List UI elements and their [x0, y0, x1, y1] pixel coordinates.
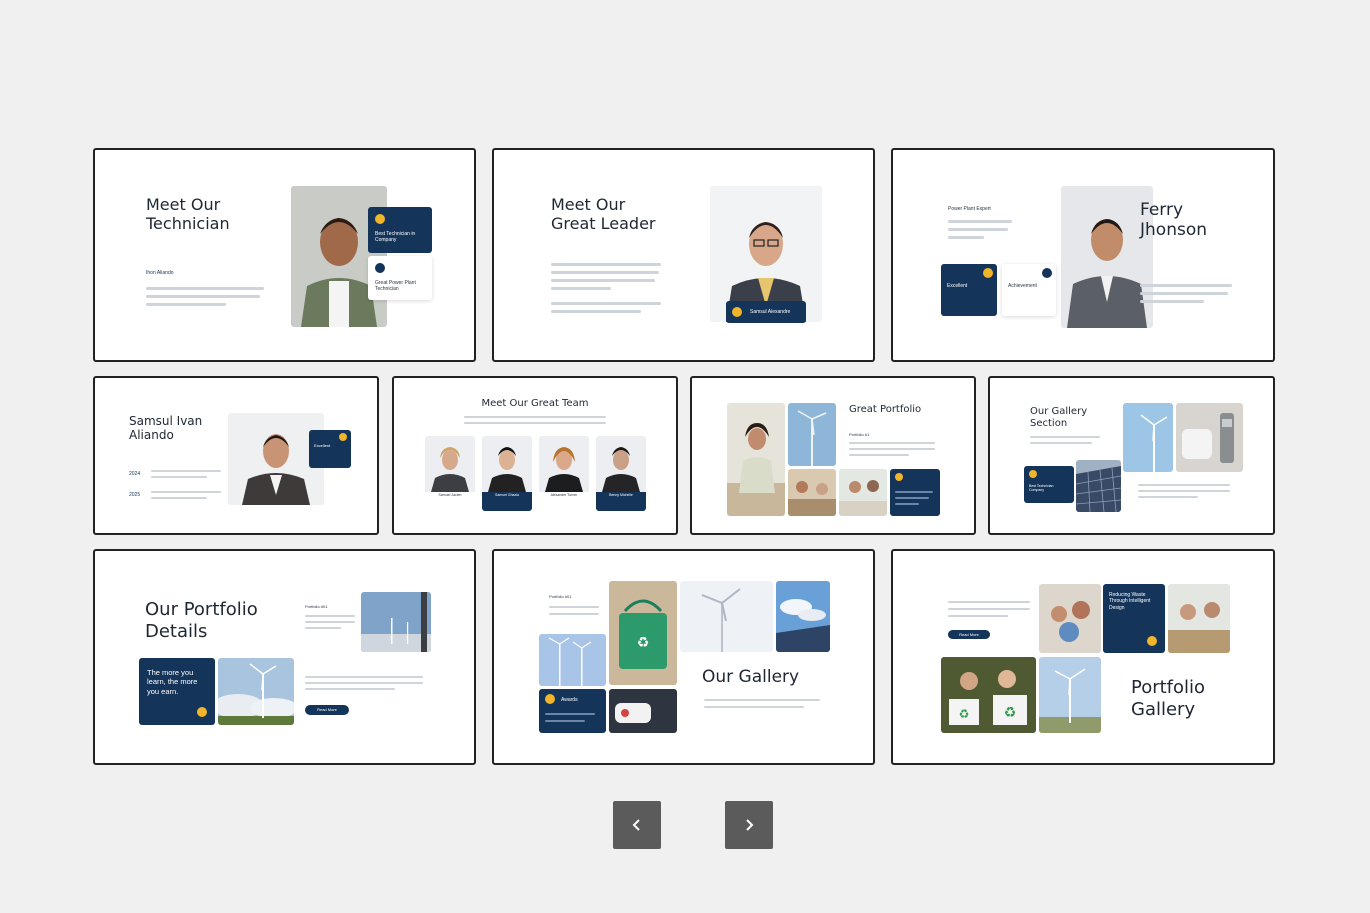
- gallery-photo-turbine: [1039, 657, 1101, 733]
- name-tag: Samsul Alexandre: [726, 301, 806, 323]
- gallery-photo-solar: [1076, 460, 1121, 512]
- achievement-card: Achievement: [1002, 264, 1056, 316]
- slide-thumbnail-4[interactable]: Samsul Ivan Aliando 2024 2025 Excellent: [93, 376, 379, 535]
- award-card: Best Technician in Company: [368, 207, 432, 253]
- gallery-photo-recycle-bag: ♻: [609, 581, 677, 685]
- gallery-photo-globe: [1039, 584, 1101, 653]
- slide-thumbnail-9[interactable]: Portfolio #01 ♻ Our Gallery Awards: [492, 549, 875, 765]
- slide-thumbnail-1[interactable]: Meet Our Technician Ihon Aliando Best Te…: [93, 148, 476, 362]
- slide-thumbnail-8[interactable]: Our Portfolio Details Portfolio #01 The …: [93, 549, 476, 765]
- slide-title: Samsul Ivan Aliando: [129, 414, 203, 443]
- awards-card: Awards: [539, 689, 606, 733]
- read-more-button[interactable]: Read More: [305, 705, 349, 715]
- slide-thumbnail-7[interactable]: Our Gallery Section Best Technician Comp…: [988, 376, 1275, 535]
- chevron-right-icon: [746, 819, 754, 831]
- chevron-left-icon: [632, 819, 640, 831]
- slide-title: Portfolio Gallery: [1131, 677, 1206, 720]
- slide-title: Our Gallery: [702, 667, 800, 687]
- read-more-button[interactable]: Read More: [948, 630, 990, 639]
- quote-card: The more you learn, the more you earn.: [139, 658, 215, 725]
- gallery-photo-recycle-kids: ♻ ♻: [941, 657, 1036, 733]
- gallery-photo-2: [788, 403, 836, 466]
- svg-text:♻: ♻: [959, 707, 970, 721]
- excellent-card: Excellent: [309, 430, 351, 468]
- slide-title: Our Portfolio Details: [145, 599, 258, 642]
- slide-title: Meet Our Great Leader: [551, 195, 656, 234]
- slide-title: Great Portfolio: [849, 404, 922, 415]
- slide-name: Ihon Aliando: [146, 270, 174, 276]
- svg-text:♻: ♻: [637, 635, 650, 651]
- slide-thumbnail-2[interactable]: Meet Our Great Leader Samsul Alexandre: [492, 148, 875, 362]
- slide-title: Our Gallery Section: [1030, 406, 1088, 429]
- team-member-2: Samuel Ghazia: [482, 436, 532, 511]
- gallery-photo-solar-sky: [776, 581, 830, 652]
- company-card: Best Technician Company: [1024, 466, 1074, 503]
- portfolio-card: [890, 469, 940, 516]
- gallery-photo-4: [839, 469, 887, 516]
- next-button[interactable]: [725, 801, 773, 849]
- slide-title: Ferry Jhonson: [1140, 200, 1207, 241]
- slide-title: Meet Our Technician: [146, 195, 230, 234]
- slide-thumbnail-6[interactable]: Great Portfolio Portfolio #1: [690, 376, 976, 535]
- slide-thumbnail-5[interactable]: Meet Our Great Team Samuel Jaclen Samuel…: [392, 376, 678, 535]
- slide-thumbnail-3[interactable]: Power Plant Expert Excellent Achievement…: [891, 148, 1275, 362]
- portfolio-photo-windfarm: [218, 658, 294, 725]
- gallery-photo-turbine-sky: [680, 581, 773, 652]
- excellent-card: Excellent: [941, 264, 997, 316]
- team-member-3: Alexander Turner: [539, 436, 589, 511]
- reducing-waste-card: Reducing Waste Through Intelligent Desig…: [1103, 584, 1165, 653]
- slide-kicker: Power Plant Expert: [948, 206, 991, 212]
- gallery-photo-charger: [1176, 403, 1243, 472]
- info-card: Great Power Plant Technician: [368, 256, 432, 300]
- previous-button[interactable]: [613, 801, 661, 849]
- gallery-photo-1: [727, 403, 785, 516]
- portfolio-photo-turbines: [361, 592, 431, 652]
- gallery-photo-turbines-left: [539, 634, 606, 686]
- slide-thumbnail-10[interactable]: Read More Reducing Waste Through Intelli…: [891, 549, 1275, 765]
- gallery-photo-ev-charger: [609, 689, 677, 733]
- gallery-photo-windturbine: [1123, 403, 1173, 472]
- team-member-1: Samuel Jaclen: [425, 436, 475, 511]
- gallery-photo-children: [1168, 584, 1230, 653]
- svg-text:♻: ♻: [1004, 705, 1017, 721]
- team-member-4: Benny Michelle: [596, 436, 646, 511]
- gallery-photo-3: [788, 469, 836, 516]
- slide-title: Meet Our Great Team: [481, 398, 589, 409]
